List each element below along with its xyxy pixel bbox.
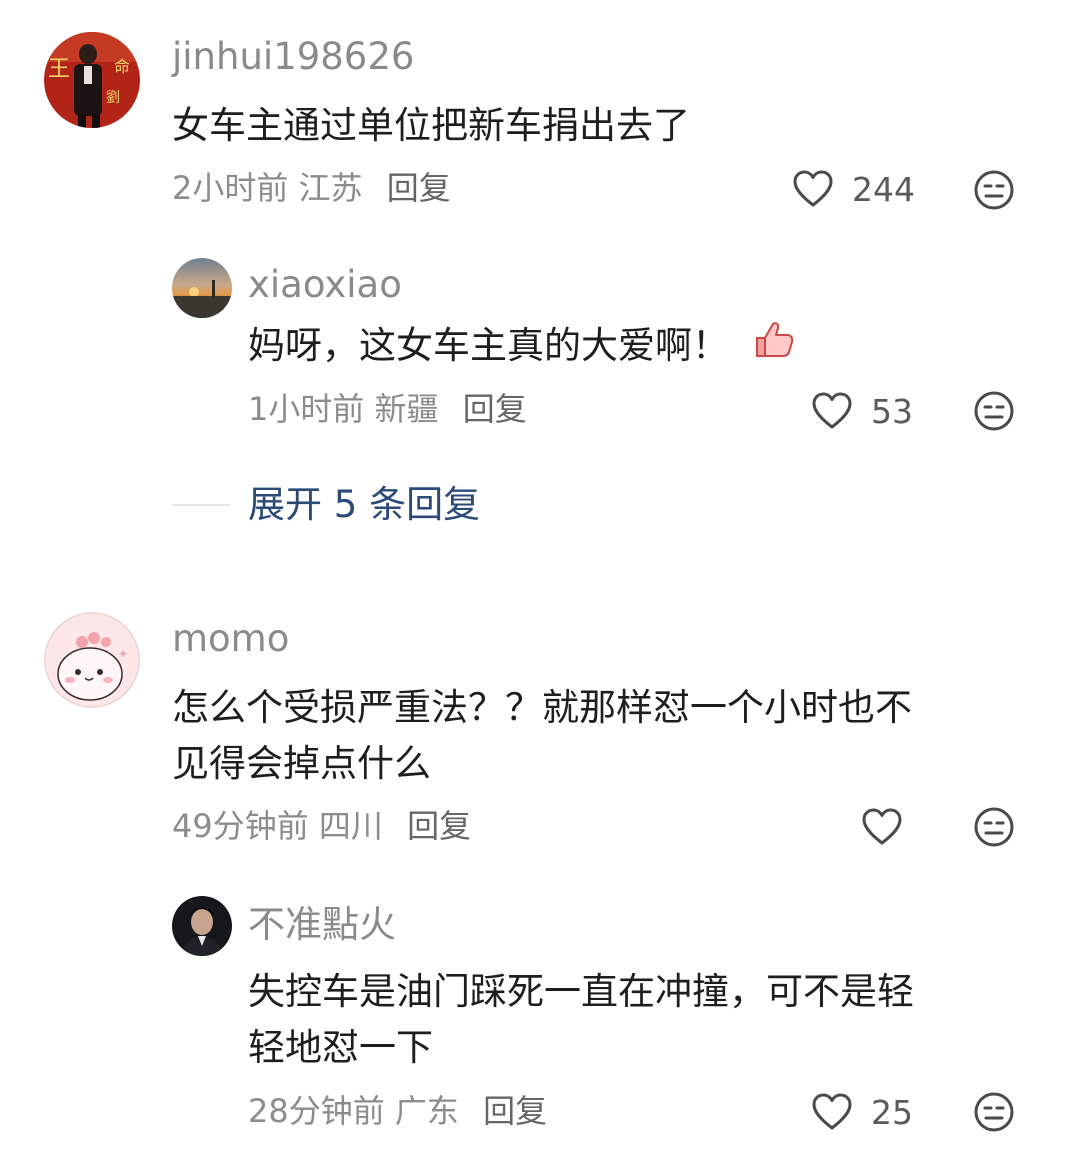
comment-text: 怎么个受损严重法？？就那样怼一个小时也不 见得会掉点什么 (172, 680, 912, 792)
expand-replies-button[interactable]: 展开 5 条回复 (248, 486, 480, 523)
reply-button[interactable]: 回复 (483, 1092, 547, 1130)
reply-text: 妈呀，这女车主真的大爱啊！ (248, 318, 795, 376)
dislike-button[interactable] (973, 806, 1015, 848)
thumbs-up-emoji (751, 320, 795, 376)
svg-text:王: 王 (48, 57, 70, 82)
comment-location: 江苏 (298, 169, 363, 207)
like-count: 53 (871, 391, 913, 431)
heart-outline-icon (862, 808, 902, 845)
svg-text:劉: 劉 (106, 90, 120, 106)
expand-divider (172, 504, 230, 506)
comment-username[interactable]: jinhui198626 (172, 38, 414, 75)
heart-outline-icon (812, 1093, 852, 1130)
avatar-xiaoxiao[interactable] (172, 258, 232, 318)
reply-meta: 28分钟前 广东 回复 (248, 1095, 547, 1127)
comment-text: 女车主通过单位把新车捐出去了 (172, 98, 690, 154)
reply-button[interactable]: 回复 (463, 390, 527, 428)
dislike-button[interactable] (973, 1091, 1015, 1133)
comment-meta: 2小时前 江苏 回复 (172, 172, 451, 204)
like-button[interactable]: 25 (811, 1090, 913, 1134)
comment-text-line: 怎么个受损严重法？？就那样怼一个小时也不 (172, 686, 912, 729)
reply-location: 新疆 (374, 390, 439, 428)
like-button[interactable]: 53 (811, 389, 913, 433)
comment-time: 49分钟前 (172, 807, 309, 845)
reply-username[interactable]: 不准點火 (248, 906, 396, 943)
like-count: 25 (871, 1092, 913, 1132)
comment-location: 四川 (318, 807, 383, 845)
like-count: 244 (852, 169, 915, 209)
heart-outline-icon (812, 392, 852, 429)
avatar-jinhui198626[interactable]: 王 命 劉 (44, 32, 140, 128)
avatar-buzhundianhuo[interactable] (172, 896, 232, 956)
meh-face-icon (974, 1092, 1014, 1132)
dislike-button[interactable] (973, 390, 1015, 432)
svg-text:命: 命 (114, 57, 130, 76)
reply-time: 1小时前 (248, 390, 365, 428)
svg-text:✦: ✦ (118, 647, 128, 661)
meh-face-icon (974, 170, 1014, 210)
comment-text-line: 见得会掉点什么 (172, 742, 431, 785)
reply-text-line: 失控车是油门踩死一直在冲撞，可不是轻 (248, 970, 914, 1013)
comment-text-line: 女车主通过单位把新车捐出去了 (172, 104, 690, 147)
comment-meta: 49分钟前 四川 回复 (172, 810, 471, 842)
reply-text: 失控车是油门踩死一直在冲撞，可不是轻 轻地怼一下 (248, 964, 914, 1076)
reply-text-line: 轻地怼一下 (248, 1026, 433, 1069)
reply-username[interactable]: xiaoxiao (248, 266, 402, 303)
like-button[interactable] (861, 805, 903, 849)
reply-button[interactable]: 回复 (407, 807, 471, 845)
comment-time: 2小时前 (172, 169, 289, 207)
reply-location: 广东 (394, 1092, 459, 1130)
reply-meta: 1小时前 新疆 回复 (248, 393, 527, 425)
meh-face-icon (974, 807, 1014, 847)
heart-outline-icon (793, 170, 833, 207)
reply-button[interactable]: 回复 (387, 169, 451, 207)
comment-username[interactable]: momo (172, 620, 289, 657)
avatar-momo[interactable]: ✦ (44, 612, 140, 708)
dislike-button[interactable] (973, 169, 1015, 211)
reply-time: 28分钟前 (248, 1092, 385, 1130)
reply-text-line: 妈呀，这女车主真的大爱啊！ (248, 324, 729, 367)
like-button[interactable]: 244 (792, 167, 915, 211)
meh-face-icon (974, 391, 1014, 431)
